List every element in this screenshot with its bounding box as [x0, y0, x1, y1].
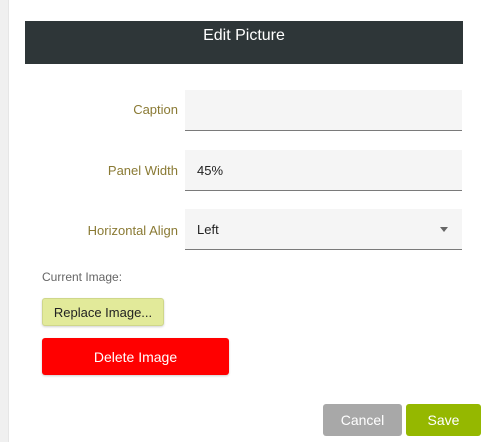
chevron-down-icon — [440, 226, 448, 232]
dialog-title: Edit Picture — [25, 21, 463, 64]
edit-picture-dialog: Edit Picture Caption Panel Width Horizon… — [8, 0, 485, 442]
cancel-button[interactable]: Cancel — [323, 404, 402, 436]
horizontal-align-select[interactable]: Left — [185, 209, 462, 250]
horizontal-align-label: Horizontal Align — [87, 223, 178, 238]
panel-width-label: Panel Width — [107, 163, 178, 178]
panel-width-input[interactable] — [185, 150, 462, 191]
save-button[interactable]: Save — [406, 404, 481, 436]
caption-label: Caption — [133, 102, 178, 117]
horizontal-align-value: Left — [197, 221, 219, 237]
current-image-label: Current Image: — [42, 270, 123, 284]
replace-image-button[interactable]: Replace Image... — [42, 298, 164, 326]
caption-input[interactable] — [185, 90, 462, 131]
delete-image-button[interactable]: Delete Image — [42, 338, 229, 375]
